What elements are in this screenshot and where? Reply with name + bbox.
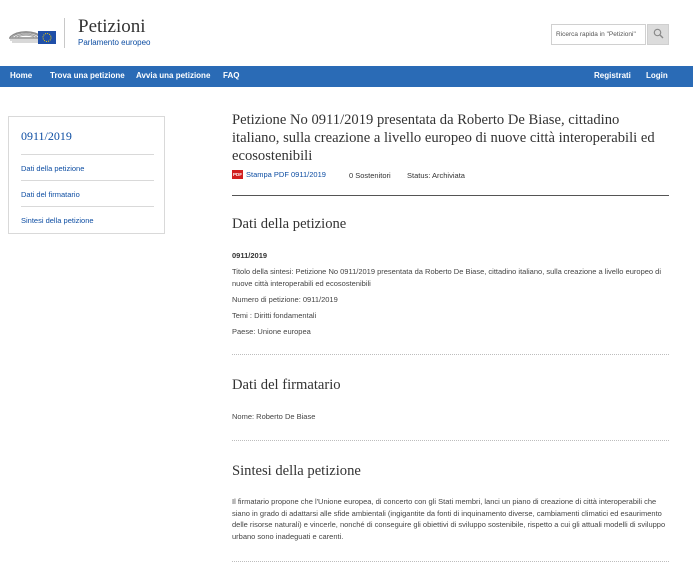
petition-number-heading: 0911/2019 [232,251,268,260]
search-input[interactable]: Ricerca rapida in "Petizioni" [551,24,646,45]
search-button[interactable] [647,24,669,45]
logo-divider [64,18,65,48]
sidebar-title: 0911/2019 [21,129,72,143]
petitioner-name: Nome: Roberto De Biase [232,412,316,421]
nav-faq[interactable]: FAQ [223,71,239,80]
section-divider [232,354,669,355]
site-subtitle[interactable]: Parlamento europeo [78,38,151,47]
sidebar-divider [21,206,154,207]
title-divider [232,195,669,196]
sidebar-divider [21,154,154,155]
petition-topics: Temi : Diritti fondamentali [232,311,317,320]
pdf-icon[interactable]: PDF [232,170,243,179]
section-heading-sintesi: Sintesi della petizione [232,463,361,479]
sidebar: 0911/2019 Dati della petizione Dati del … [8,116,165,234]
nav-find-petition[interactable]: Trova una petizione [50,71,125,80]
petition-country: Paese: Unione europea [232,327,311,336]
supporters-count: 0 Sostenitori [349,171,391,180]
summary-title: Titolo della sintesi: Petizione No 0911/… [232,267,662,288]
section-divider [232,561,669,562]
main-nav: Home Trova una petizione Avvia una petiz… [0,66,693,87]
search-icon [653,28,664,41]
petition-summary-text: Il firmatario propone che l'Unione europ… [232,497,666,541]
petition-title: Petizione No 0911/2019 presentata da Rob… [232,112,655,164]
sidebar-item-dati-firmatario[interactable]: Dati del firmatario [21,190,80,199]
nav-home[interactable]: Home [10,71,32,80]
section-divider [232,440,669,441]
european-parliament-logo-icon[interactable] [8,21,56,47]
nav-start-petition[interactable]: Avvia una petizione [136,71,210,80]
nav-login[interactable]: Login [646,71,668,80]
site-title[interactable]: Petizioni [78,16,146,38]
print-pdf-link[interactable]: Stampa PDF 0911/2019 [246,170,326,179]
sidebar-divider [21,180,154,181]
sidebar-item-dati-petizione[interactable]: Dati della petizione [21,164,84,173]
nav-register[interactable]: Registrati [594,71,631,80]
section-heading-dati: Dati della petizione [232,216,347,232]
section-heading-firmatario: Dati del firmatario [232,377,341,393]
petition-number: Numero di petizione: 0911/2019 [232,295,338,304]
status-badge: Status: Archiviata [407,171,465,180]
site-header: Petizioni Parlamento europeo Ricerca rap… [0,0,693,64]
sidebar-item-sintesi[interactable]: Sintesi della petizione [21,216,94,225]
